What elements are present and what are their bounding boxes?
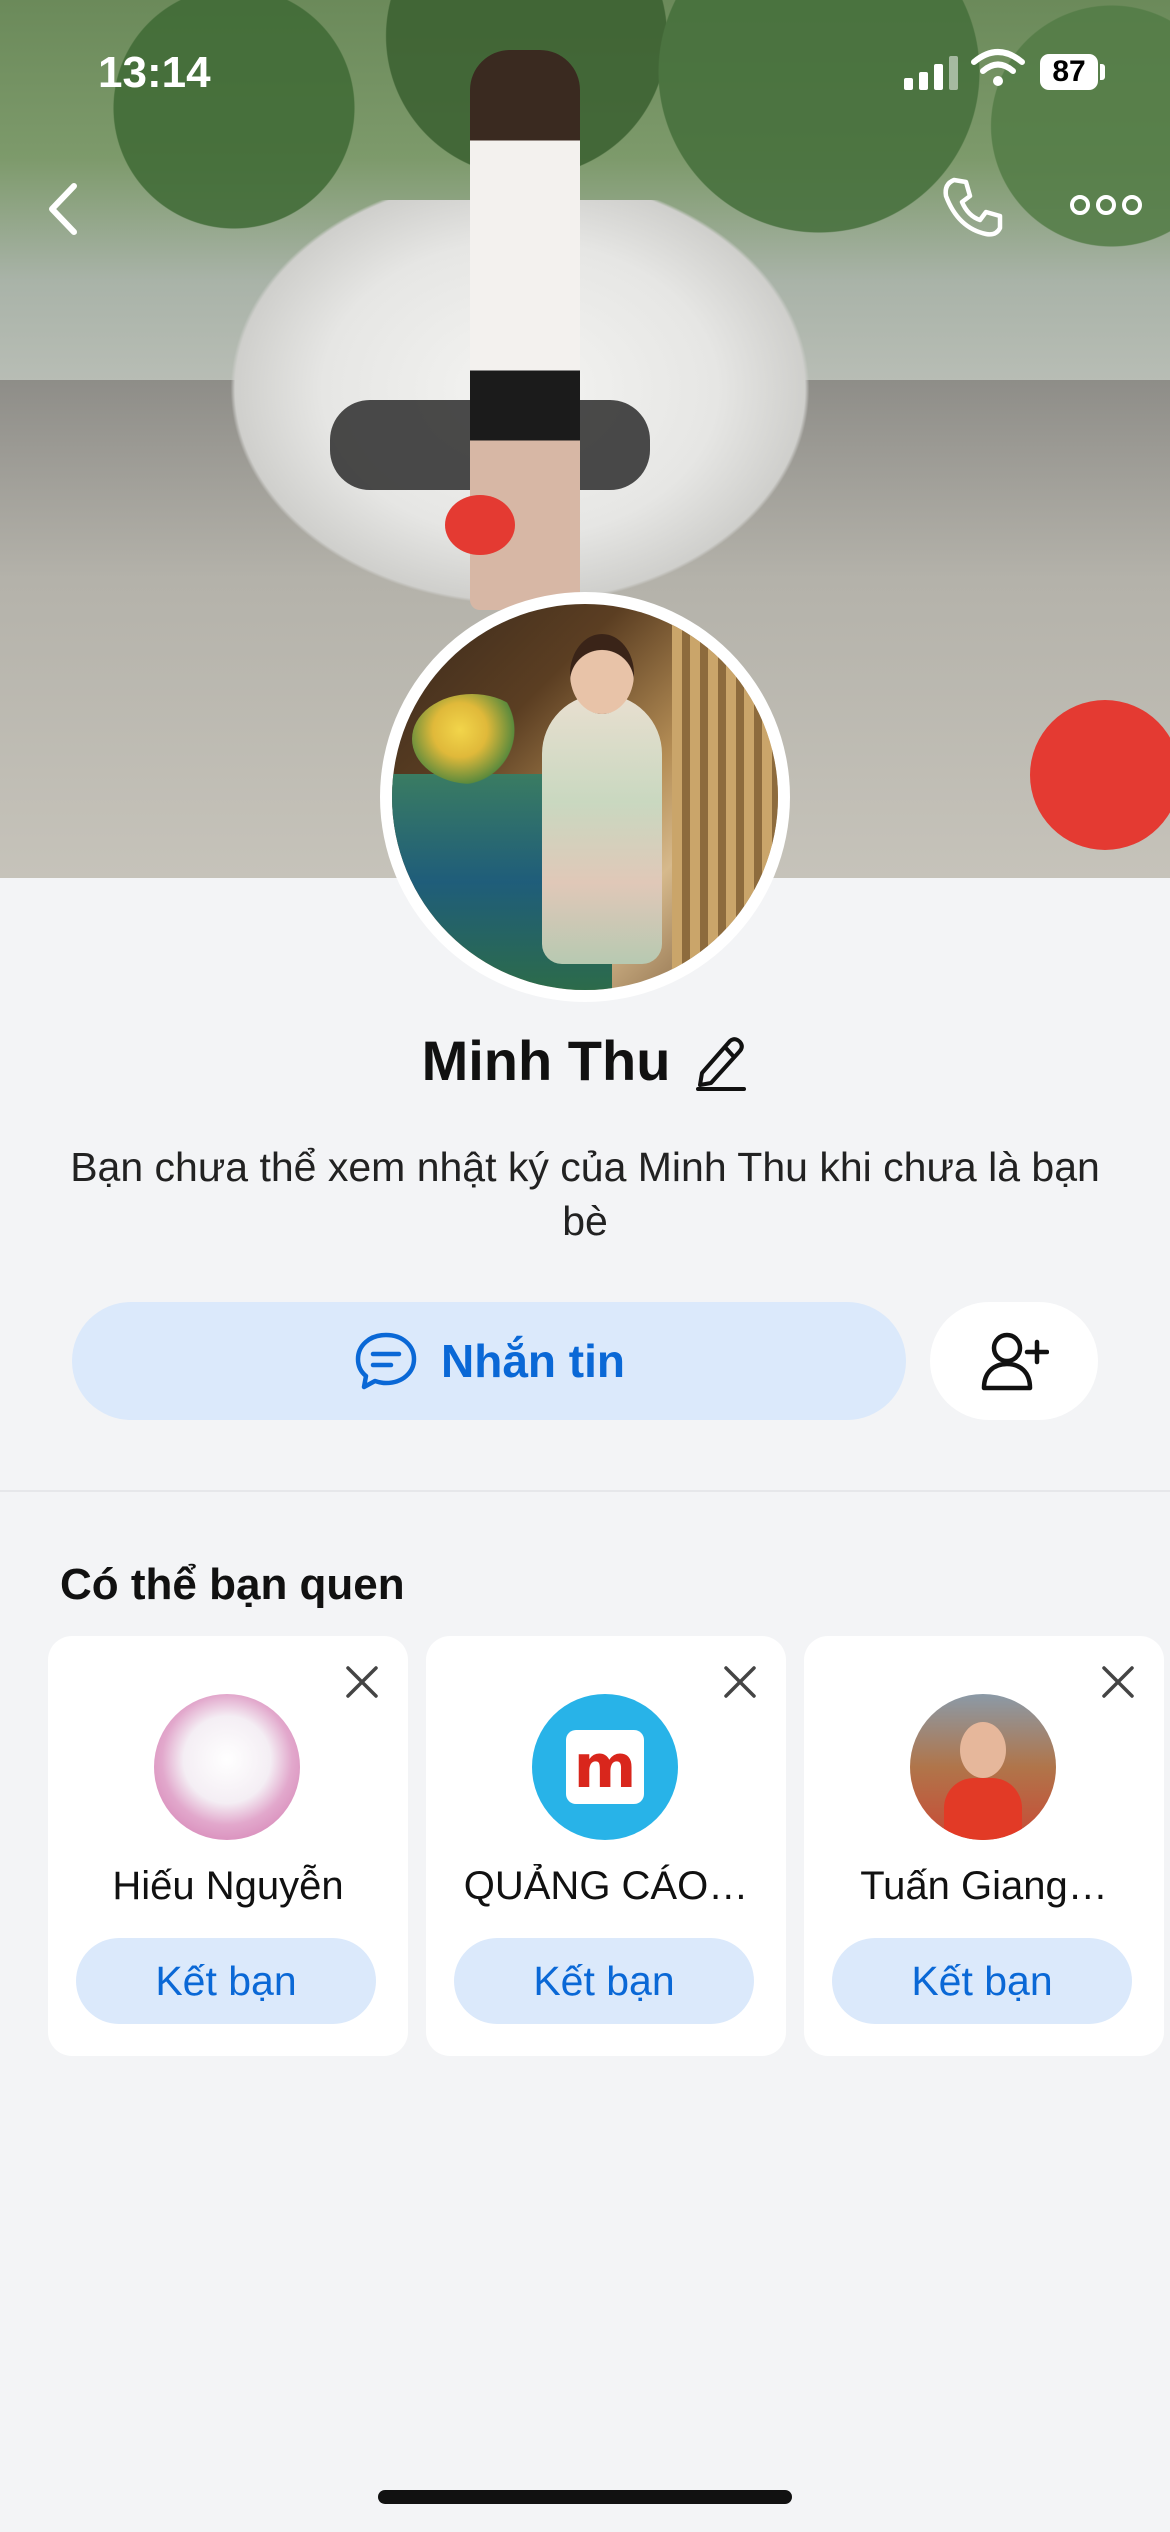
- add-friend-button[interactable]: Kết bạn: [454, 1938, 754, 2024]
- heart-sticker-small: [445, 495, 515, 555]
- close-icon[interactable]: [718, 1660, 762, 1704]
- battery-icon: 87: [1040, 54, 1098, 90]
- add-friend-icon: [981, 1332, 1049, 1391]
- cellular-signal-icon: [904, 56, 958, 90]
- status-bar: 13:14 87: [0, 0, 1170, 130]
- avatar-flowers: [412, 694, 532, 784]
- suggestion-avatar[interactable]: m: [532, 1694, 678, 1840]
- profile-name: Minh Thu: [421, 1029, 671, 1092]
- suggestion-card[interactable]: Hiếu Nguyễn Kết bạn: [48, 1636, 408, 2056]
- avatar-shirt: [944, 1778, 1022, 1840]
- home-indicator[interactable]: [378, 2490, 792, 2504]
- suggestion-card[interactable]: m QUẢNG CÁO… Kết bạn: [426, 1636, 786, 2056]
- battery-nub: [1100, 64, 1105, 80]
- profile-avatar[interactable]: [380, 592, 790, 1002]
- brand-logo-icon: m: [565, 1730, 645, 1804]
- avatar-person-head: [570, 634, 634, 714]
- phone-call-icon[interactable]: [938, 172, 1008, 242]
- suggestion-card[interactable]: Tuấn Giang… Kết bạn: [804, 1636, 1164, 2056]
- add-friend-button[interactable]: Kết bạn: [832, 1938, 1132, 2024]
- wifi-icon: [971, 49, 1025, 86]
- profile-description: Bạn chưa thể xem nhật ký của Minh Thu kh…: [70, 1144, 1100, 1244]
- suggestion-avatar[interactable]: [154, 1694, 300, 1840]
- add-friend-button[interactable]: [930, 1302, 1098, 1420]
- add-friend-button[interactable]: Kết bạn: [76, 1938, 376, 2024]
- suggestion-name[interactable]: Hiếu Nguyễn: [68, 1864, 388, 1909]
- avatar-curtain: [672, 604, 778, 990]
- avatar-photo: [392, 604, 778, 990]
- avatar-face: [960, 1722, 1006, 1778]
- suggestion-name[interactable]: Tuấn Giang…: [824, 1864, 1144, 1909]
- edit-pencil-icon[interactable]: [692, 1031, 748, 1091]
- battery-level: 87: [1052, 55, 1086, 88]
- status-time: 13:14: [98, 48, 211, 97]
- section-divider: [0, 1490, 1170, 1492]
- more-options-icon[interactable]: [1066, 180, 1146, 230]
- chat-bubble-icon: [355, 1332, 417, 1390]
- suggestions-list: Hiếu Nguyễn Kết bạn m QUẢNG CÁO… Kết bạn…: [48, 1636, 1168, 2056]
- message-button[interactable]: Nhắn tin: [72, 1302, 906, 1420]
- close-icon[interactable]: [1096, 1660, 1140, 1704]
- suggestion-avatar[interactable]: [910, 1694, 1056, 1840]
- suggestion-name[interactable]: QUẢNG CÁO…: [446, 1864, 766, 1909]
- profile-name-row: Minh Thu: [0, 1028, 1170, 1093]
- back-arrow-icon[interactable]: [36, 174, 96, 244]
- avatar-person-dress: [542, 694, 662, 964]
- close-icon[interactable]: [340, 1660, 384, 1704]
- suggestions-title: Có thể bạn quen: [60, 1560, 405, 1609]
- heart-sticker-large: [1030, 700, 1170, 850]
- message-button-label: Nhắn tin: [441, 1335, 625, 1387]
